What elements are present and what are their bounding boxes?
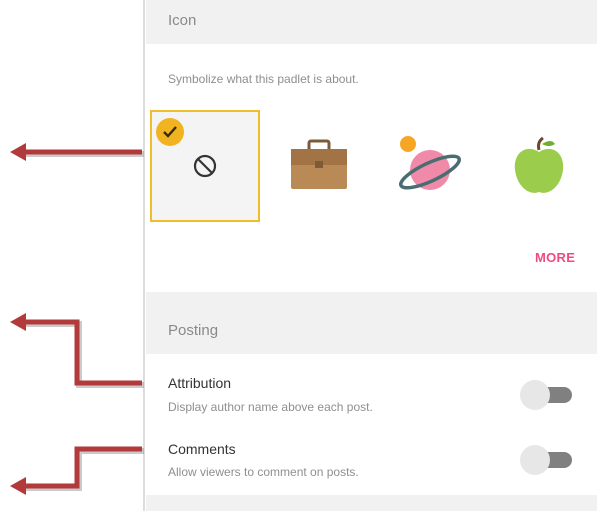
posting-section-title: Posting [168, 322, 219, 339]
next-section-header [146, 495, 597, 511]
settings-panel: Icon Symbolize what this padlet is about… [146, 0, 597, 511]
icon-section-header: Icon [146, 0, 597, 44]
icon-option-none[interactable] [150, 110, 260, 222]
briefcase-icon [291, 139, 347, 189]
comments-title: Comments [168, 441, 236, 457]
attribution-title: Attribution [168, 375, 232, 391]
none-icon [193, 154, 217, 178]
attribution-toggle[interactable] [520, 380, 576, 410]
apple-icon [514, 136, 564, 193]
more-icons-button[interactable]: MORE [535, 250, 575, 265]
planet-icon [398, 136, 462, 190]
comments-toggle[interactable] [520, 445, 576, 475]
icon-option-apple[interactable] [484, 110, 594, 222]
annotation-arrows [10, 143, 144, 495]
icon-option-briefcase[interactable] [264, 110, 374, 222]
attribution-subtitle: Display author name above each post. [168, 400, 373, 414]
icon-section-description: Symbolize what this padlet is about. [168, 72, 359, 86]
posting-section-header: Posting [146, 292, 597, 354]
check-icon [156, 118, 184, 146]
comments-subtitle: Allow viewers to comment on posts. [168, 465, 359, 479]
icon-option-planet[interactable] [374, 110, 484, 222]
icon-section-title: Icon [168, 12, 197, 29]
